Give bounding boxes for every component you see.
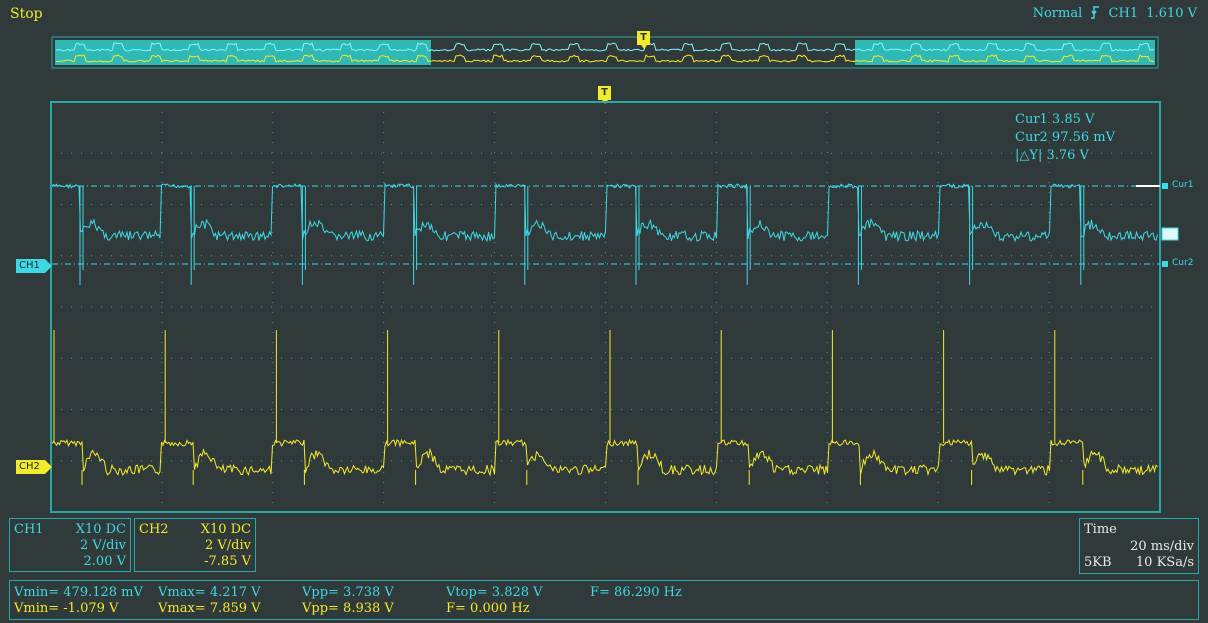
cursor-1-tag[interactable]: Cur1 xyxy=(1172,180,1193,190)
ch2-box-scale: 2 V/div xyxy=(205,538,251,553)
timebase-scale: 20 ms/div xyxy=(1130,539,1194,554)
ch2-settings-box[interactable]: CH2 X10 DC 2 V/div -7.85 V xyxy=(134,518,256,572)
ch2-waveform xyxy=(51,330,1158,485)
ch2-vpp: Vpp= 8.938 V xyxy=(302,601,394,616)
ch1-box-scale: 2 V/div xyxy=(80,538,126,553)
sample-rate: 10 KSa/s xyxy=(1135,555,1194,570)
cursor-delta-value: |△Y| 3.76 V xyxy=(1015,148,1089,163)
waveform-display xyxy=(50,101,1179,513)
cursor-readout: Cur1 3.85 V Cur2 97.56 mV |△Y| 3.76 V xyxy=(1015,112,1155,172)
timebase-title: Time xyxy=(1084,522,1117,537)
ch1-box-probe: X10 DC xyxy=(75,522,126,537)
ch1-waveform xyxy=(51,182,1158,285)
ch2-box-name: CH2 xyxy=(139,522,169,537)
ch2-box-offset: -7.85 V xyxy=(204,554,251,569)
cursor-2-value: Cur2 97.56 mV xyxy=(1015,130,1116,145)
cursor-1-value: Cur1 3.85 V xyxy=(1015,112,1095,127)
cursor-2-tag[interactable]: Cur2 xyxy=(1172,258,1193,268)
ch1-vmax: Vmax= 4.217 V xyxy=(158,585,261,600)
ch1-vtop: Vtop= 3.828 V xyxy=(446,585,543,600)
ch1-vmin: Vmin= 479.128 mV xyxy=(14,585,143,600)
ch1-box-offset: 2.00 V xyxy=(83,554,126,569)
ch2-box-probe: X10 DC xyxy=(200,522,251,537)
memory-depth: 5KB xyxy=(1084,555,1112,570)
ch2-frequency: F= 0.000 Hz xyxy=(446,601,530,616)
ch2-ground-marker[interactable]: CH2 xyxy=(16,460,52,474)
ch1-frequency: F= 86.290 Hz xyxy=(590,585,682,600)
ch2-vmax: Vmax= 7.859 V xyxy=(158,601,261,616)
ch1-vpp: Vpp= 3.738 V xyxy=(302,585,394,600)
graticule-frame xyxy=(50,101,1161,513)
ch1-ground-marker[interactable]: CH1 xyxy=(16,259,52,273)
timebase-box[interactable]: Time 20 ms/div 5KB 10 KSa/s xyxy=(1079,518,1199,574)
ch2-vmin: Vmin= -1.079 V xyxy=(14,601,119,616)
ch1-box-name: CH1 xyxy=(14,522,44,537)
measurement-panel: Vmin= 479.128 mV Vmax= 4.217 V Vpp= 3.73… xyxy=(9,580,1199,620)
ch1-settings-box[interactable]: CH1 X10 DC 2 V/div 2.00 V xyxy=(9,518,131,572)
